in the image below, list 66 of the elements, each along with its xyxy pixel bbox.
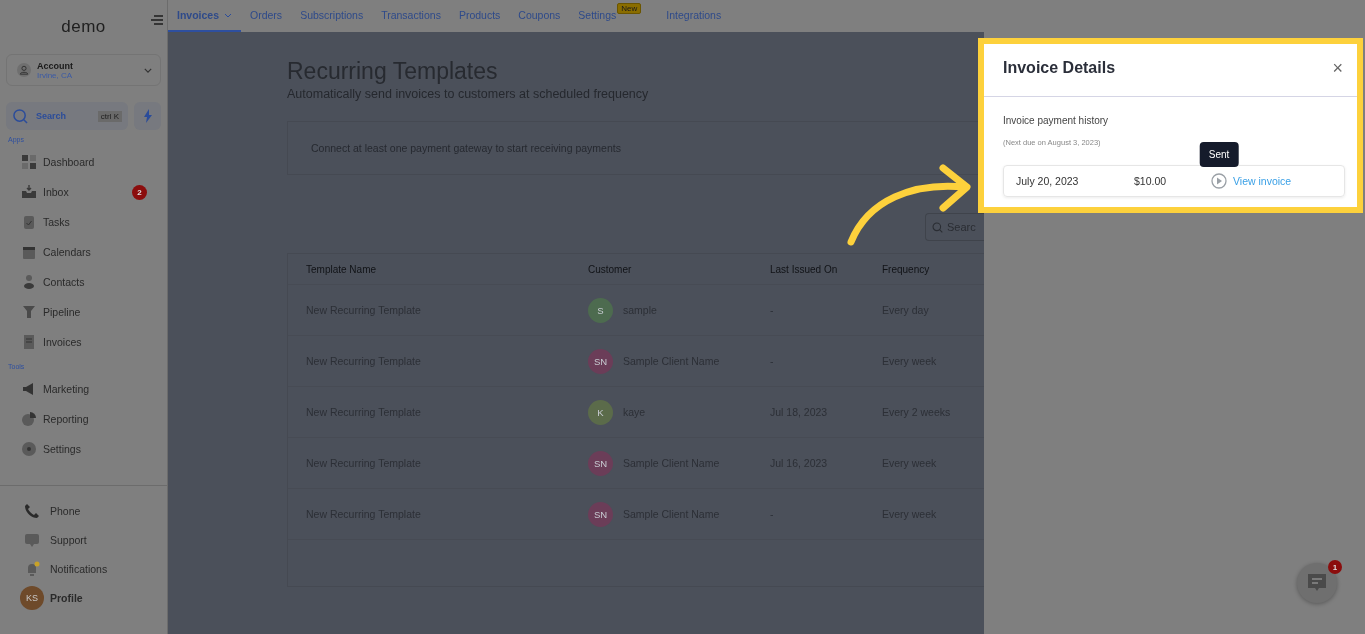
table-cell-text: - <box>770 304 775 316</box>
pie-chart-icon <box>21 411 37 427</box>
sidebar-item[interactable]: KS Profile <box>6 583 161 612</box>
sidebar-item[interactable]: Inbox 2 <box>6 177 161 207</box>
account-switcher[interactable]: Account Irvine, CA <box>6 54 161 86</box>
sidebar-item[interactable]: Calendars <box>6 237 161 267</box>
table-cell-text: - <box>770 508 775 520</box>
date-text: July 20, 2023 <box>1016 175 1080 187</box>
nav-tab[interactable]: Transactions <box>372 0 450 32</box>
search-label: Search <box>36 111 68 121</box>
sidebar-item[interactable]: Notifications <box>6 554 161 583</box>
sidebar-item[interactable]: Invoices <box>6 327 161 357</box>
nav-tab[interactable]: Products <box>449 0 510 32</box>
sidebar-item[interactable]: Contacts <box>6 267 161 297</box>
sidebar-item[interactable]: Reporting <box>6 404 161 434</box>
phone-icon <box>24 502 40 519</box>
amount-text: $10.00 <box>1134 175 1168 187</box>
user-icon <box>17 63 31 77</box>
column-header: Customer <box>588 263 633 275</box>
sidebar-item[interactable]: Tasks <box>6 207 161 237</box>
sidebar-item[interactable]: Settings <box>6 434 161 464</box>
table-cell-text: - <box>770 355 775 367</box>
menu-icon[interactable] <box>151 14 163 26</box>
grid-icon <box>21 154 37 170</box>
calendar-icon <box>21 244 37 260</box>
nav-tab[interactable]: Integrations <box>657 0 731 32</box>
document-icon <box>21 334 37 350</box>
column-header: Last Issued On <box>770 263 839 275</box>
column-header: Frequency <box>882 263 931 275</box>
chevron-icon <box>144 67 152 73</box>
nav-tab[interactable]: Subscriptions <box>291 0 373 32</box>
account-name: Account <box>37 60 74 71</box>
chat-button[interactable] <box>1297 563 1337 603</box>
close-button[interactable]: × <box>1332 57 1343 79</box>
funnel-icon <box>21 304 37 320</box>
avatar: SN <box>588 450 613 476</box>
sidebar-item[interactable]: Marketing <box>6 374 161 404</box>
new-badge: New <box>617 3 642 14</box>
sidebar-item[interactable]: Support <box>6 525 161 554</box>
search-icon <box>932 221 943 233</box>
section-title: Invoice payment history <box>1003 115 1110 126</box>
sidebar-item[interactable]: Phone <box>6 496 161 525</box>
person-icon <box>21 274 37 290</box>
lightning-icon <box>142 109 153 123</box>
account-location: Irvine, CA <box>37 70 74 80</box>
avatar: KS <box>20 585 44 610</box>
chat-icon <box>24 531 40 548</box>
clipboard-icon <box>21 214 37 230</box>
column-header: Template Name <box>306 263 378 275</box>
inbox-icon <box>21 184 37 200</box>
search-icon <box>13 108 28 124</box>
avatar: SN <box>588 501 613 527</box>
avatar: SN <box>588 348 613 374</box>
tooltip: Sent <box>1199 142 1239 167</box>
nav-tab[interactable]: Orders <box>241 0 292 32</box>
avatar: K <box>588 399 613 425</box>
panel-title: Invoice Details <box>1003 59 1116 77</box>
avatar: S <box>588 297 613 323</box>
sidebar-item[interactable]: Dashboard <box>6 147 161 177</box>
view-invoice-link[interactable]: View invoice <box>1233 175 1292 187</box>
count-badge: 2 <box>132 184 147 200</box>
logo: demo <box>61 17 106 37</box>
nav-tab[interactable]: Coupons <box>509 0 570 32</box>
quick-action-button[interactable] <box>134 102 161 130</box>
count-badge: 1 <box>1328 560 1342 574</box>
sidebar-item[interactable]: Pipeline <box>6 297 161 327</box>
